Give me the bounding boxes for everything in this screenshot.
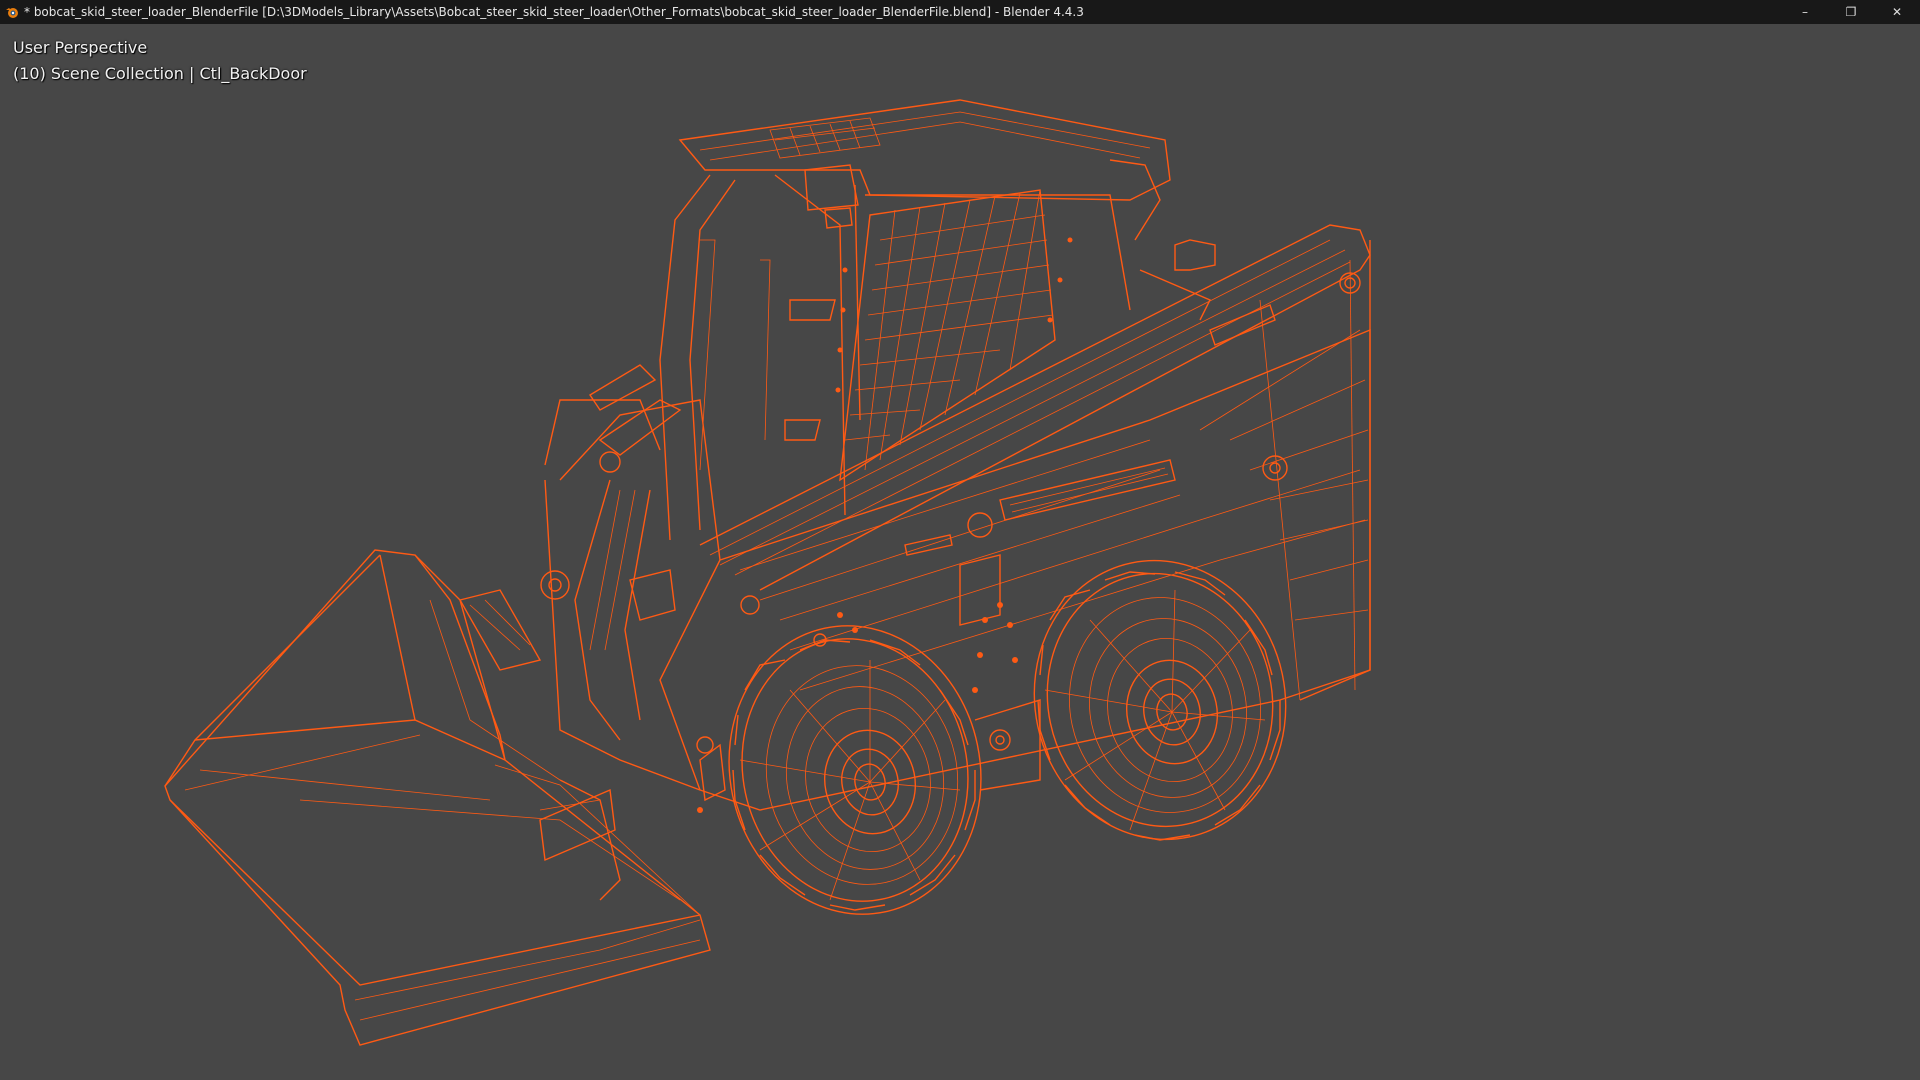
close-button[interactable]: ✕ bbox=[1874, 0, 1920, 24]
blender-logo-icon bbox=[0, 0, 24, 24]
restore-button[interactable]: ❐ bbox=[1828, 0, 1874, 24]
cab-wireframe bbox=[659, 99, 1216, 541]
window-titlebar[interactable]: * bobcat_skid_steer_loader_BlenderFile [… bbox=[0, 0, 1920, 24]
cab-side-screen-mesh bbox=[844, 189, 1054, 471]
window-title: * bobcat_skid_steer_loader_BlenderFile [… bbox=[24, 5, 1084, 19]
window-controls: – ❐ ✕ bbox=[1782, 0, 1920, 24]
skid-steer-loader-wireframe[interactable] bbox=[0, 24, 1920, 1080]
rear-wheel-wireframe bbox=[1033, 559, 1287, 841]
front-hydraulics-wireframe bbox=[458, 364, 682, 741]
lift-arm-wireframe bbox=[699, 224, 1371, 701]
3d-viewport[interactable]: User Perspective (10) Scene Collection |… bbox=[0, 24, 1920, 1080]
front-wheel-wireframe bbox=[728, 625, 982, 915]
minimize-button[interactable]: – bbox=[1782, 0, 1828, 24]
bucket-wireframe bbox=[164, 549, 711, 1046]
